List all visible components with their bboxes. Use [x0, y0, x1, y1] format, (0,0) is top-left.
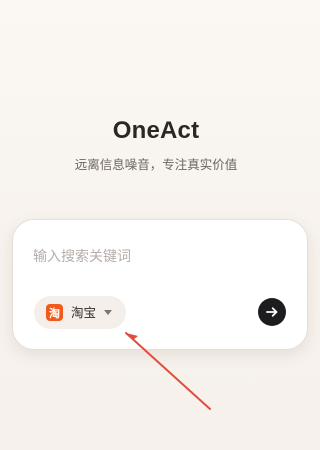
- arrow-right-icon: [266, 307, 278, 317]
- platform-selector[interactable]: 淘 淘宝: [34, 296, 126, 329]
- taobao-icon-glyph: 淘: [49, 306, 60, 320]
- search-input[interactable]: [33, 246, 273, 268]
- taobao-icon: 淘: [46, 304, 63, 321]
- submit-button[interactable]: [258, 298, 286, 326]
- search-card: 淘 淘宝: [12, 219, 308, 350]
- platform-label: 淘宝: [71, 304, 97, 320]
- app-subtitle: 远离信息噪音，专注真实价值: [74, 157, 238, 172]
- chevron-down-icon: [104, 310, 113, 315]
- app-title: OneAct: [112, 117, 200, 144]
